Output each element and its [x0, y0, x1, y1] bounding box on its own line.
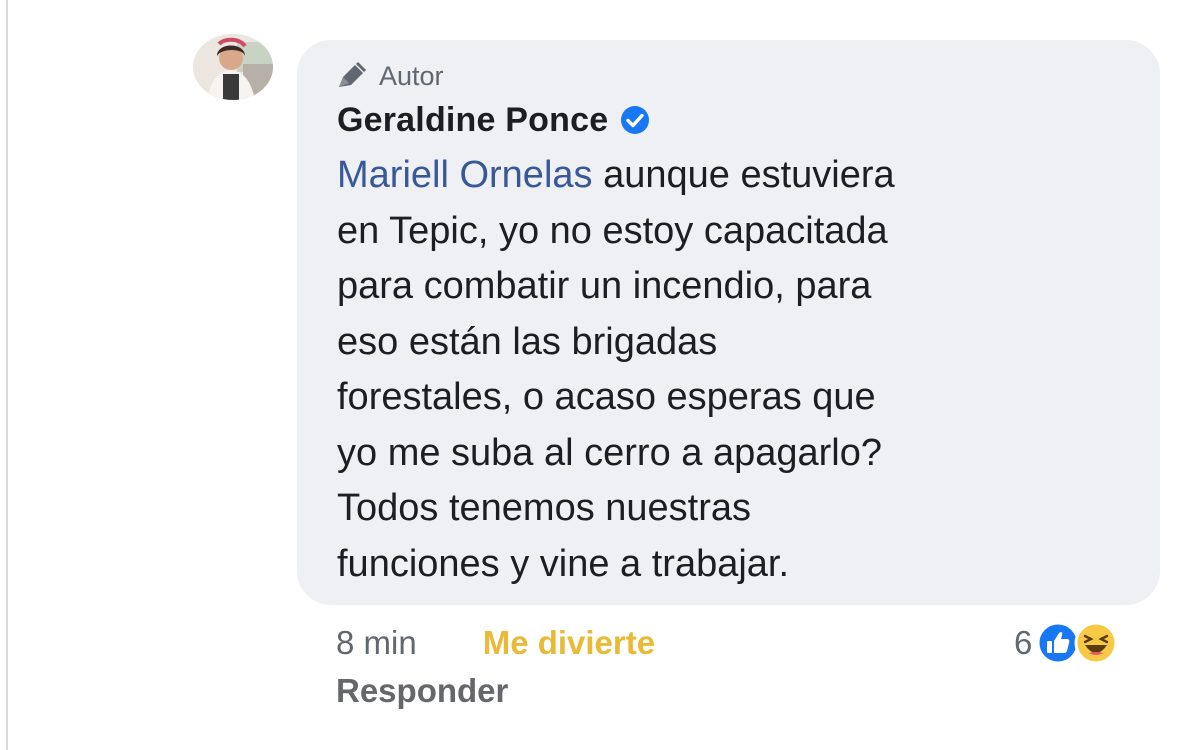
haha-icon [1074, 621, 1118, 665]
reply-button[interactable]: Responder [336, 672, 508, 710]
pen-icon [339, 61, 367, 87]
timestamp[interactable]: 8 min [336, 624, 417, 662]
comment-line: yo me suba al cerro a apagarlo? [337, 431, 882, 474]
comment-text: Mariell Ornelas aunque estuviera en Tepic… [337, 148, 1137, 592]
author-badge: Autor [337, 58, 1160, 94]
comment-line: en Tepic, yo no estoy capacitada [337, 209, 888, 252]
mention-link[interactable]: Mariell Ornelas [337, 154, 593, 196]
author-name[interactable]: Geraldine Ponce [337, 101, 608, 140]
comment-line: Todos tenemos nuestras [337, 487, 752, 529]
comment-bubble: Autor Geraldine Ponce Mariell Ornelas au… [297, 40, 1160, 605]
comment-line: aunque estuviera [592, 154, 895, 196]
comment-line: forestales, o acaso esperas que [337, 376, 876, 418]
comment-actions: 8 min Me divierte [336, 618, 655, 668]
comment-line: para combatir un incendio, para [337, 265, 872, 307]
verified-badge-icon [621, 106, 650, 134]
avatar[interactable] [193, 34, 273, 100]
comment-line: funciones y vine a trabajar. [337, 542, 790, 585]
comment-line: eso están las brigadas [337, 320, 718, 363]
reaction-count: 6 [1014, 624, 1033, 661]
author-badge-label: Autor [379, 60, 444, 91]
left-border [6, 0, 8, 750]
reaction-summary[interactable]: 6 [1014, 616, 1118, 670]
reaction-button[interactable]: Me divierte [483, 624, 655, 662]
